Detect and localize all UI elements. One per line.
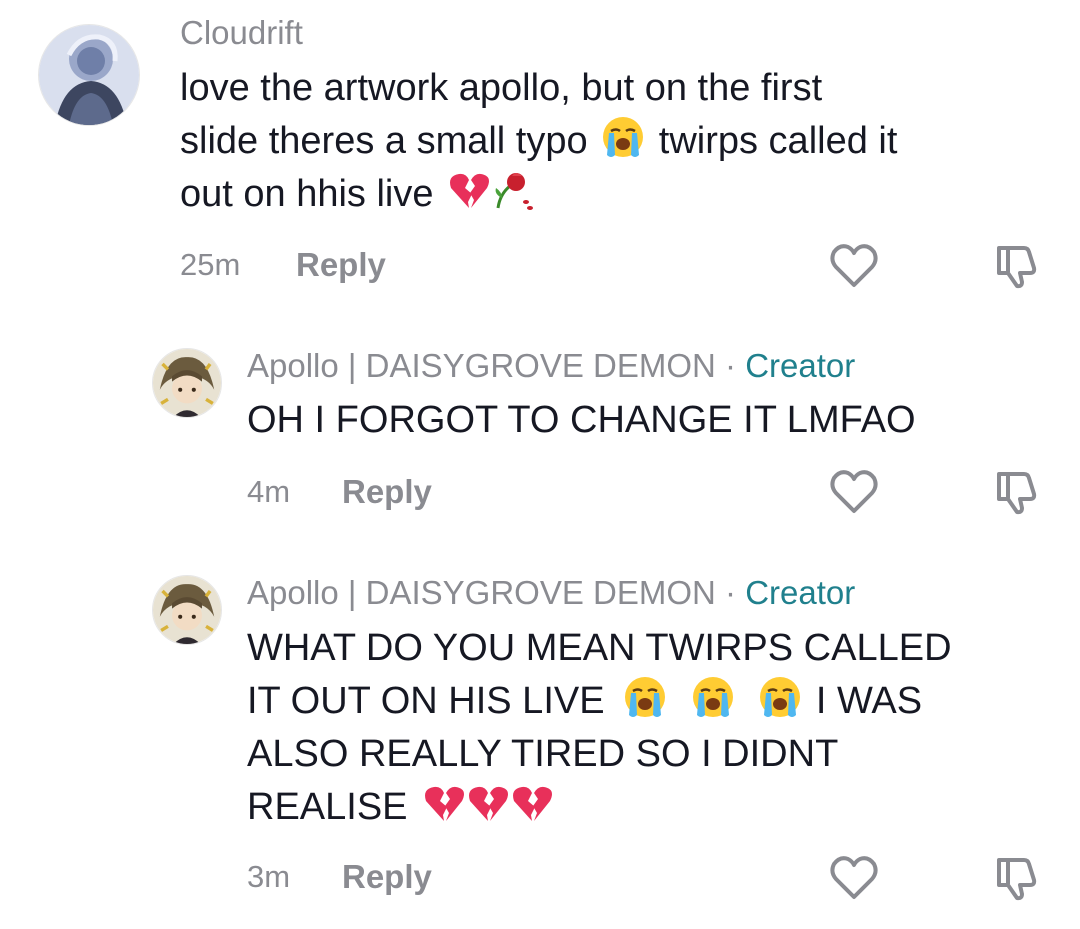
- comment-username[interactable]: Cloudrift: [180, 13, 303, 53]
- wilted-rose-icon: [490, 168, 534, 212]
- comment-text-segment: I WAS: [815, 680, 923, 722]
- comment-timestamp: 4m: [247, 474, 291, 509]
- broken-heart-icon: [510, 781, 554, 825]
- broken-heart-icon: [447, 168, 491, 212]
- comment-timestamp: 25m: [180, 247, 241, 282]
- comment-item: Cloudrift love the artwork apollo, but o…: [0, 0, 1080, 300]
- comment-text-line: ALSO REALLY TIRED SO I DIDNT: [247, 733, 839, 775]
- comment-username[interactable]: Apollo | DAISYGROVE DEMON · Creator: [247, 346, 855, 386]
- comment-text-line: REALISE: [247, 781, 1047, 834]
- comment-username-text: Apollo | DAISYGROVE DEMON: [247, 347, 716, 384]
- separator-dot: ·: [725, 574, 737, 611]
- comment-text: WHAT DO YOU MEAN TWIRPS CALLED IT OUT ON…: [247, 622, 1047, 834]
- loudly-crying-face-icon: [623, 675, 667, 719]
- reply-button[interactable]: Reply: [296, 245, 386, 285]
- comment-text-segment: twirps called it: [658, 120, 898, 162]
- comment-text-segment: out on hhis live: [180, 173, 434, 215]
- heart-outline-icon[interactable]: [828, 240, 880, 292]
- creator-badge: Creator: [745, 347, 856, 384]
- comment-text-segment: IT OUT ON HIS LIVE: [247, 680, 605, 722]
- comment-username[interactable]: Apollo | DAISYGROVE DEMON · Creator: [247, 573, 855, 613]
- comment-text-segment: slide theres a small typo: [180, 120, 588, 162]
- avatar[interactable]: [38, 24, 140, 126]
- thumbs-down-outline-icon[interactable]: [990, 466, 1042, 518]
- creator-badge: Creator: [745, 574, 856, 611]
- comment-text-segment: REALISE: [247, 786, 408, 828]
- reply-button[interactable]: Reply: [342, 857, 432, 897]
- avatar[interactable]: [152, 348, 222, 418]
- broken-heart-icon: [422, 781, 466, 825]
- comment-text-line: WHAT DO YOU MEAN TWIRPS CALLED: [247, 627, 952, 669]
- comment-text-line: slide theres a small typo twirps called …: [180, 115, 1050, 168]
- comment-text: love the artwork apollo, but on the firs…: [180, 62, 1050, 221]
- comment-text: OH I FORGOT TO CHANGE IT LMFAO: [247, 399, 916, 441]
- loudly-crying-face-icon: [601, 115, 645, 159]
- loudly-crying-face-icon: [758, 675, 802, 719]
- comment-text-line: love the artwork apollo, but on the firs…: [180, 67, 823, 109]
- comment-item: Apollo | DAISYGROVE DEMON · Creator OH I…: [0, 330, 1080, 530]
- heart-outline-icon[interactable]: [828, 466, 880, 518]
- comment-text-line: out on hhis live: [180, 168, 1050, 221]
- thumbs-down-outline-icon[interactable]: [990, 240, 1042, 292]
- comment-timestamp: 3m: [247, 859, 291, 894]
- separator-dot: ·: [725, 347, 737, 384]
- reply-button[interactable]: Reply: [342, 472, 432, 512]
- broken-heart-icon: [466, 781, 510, 825]
- loudly-crying-face-icon: [691, 675, 735, 719]
- thumbs-down-outline-icon[interactable]: [990, 852, 1042, 904]
- comment-text-line: IT OUT ON HIS LIVE I WAS: [247, 675, 1047, 728]
- comment-username-text: Apollo | DAISYGROVE DEMON: [247, 574, 716, 611]
- avatar[interactable]: [152, 575, 222, 645]
- comment-item: Apollo | DAISYGROVE DEMON · Creator WHAT…: [0, 556, 1080, 929]
- heart-outline-icon[interactable]: [828, 852, 880, 904]
